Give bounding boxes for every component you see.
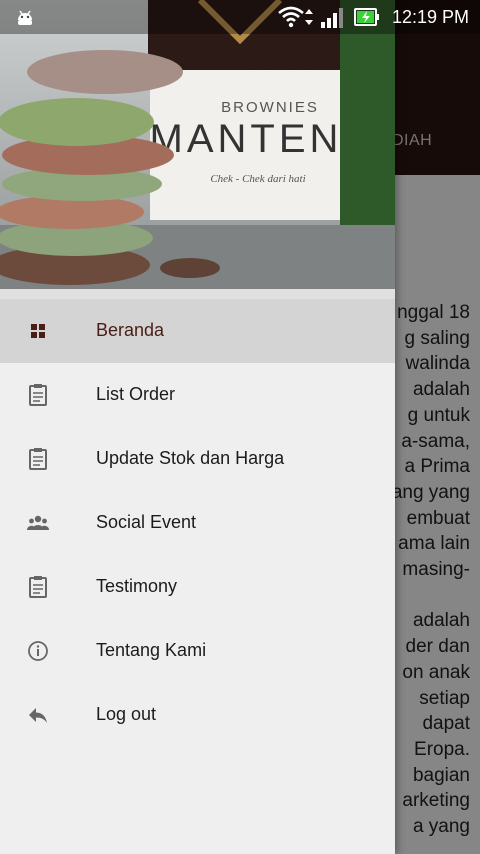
clipboard-icon [29, 576, 47, 598]
menu-item-testimony[interactable]: Testimony [0, 555, 395, 619]
brand-tagline-text: Chek - Chek dari hati [210, 173, 305, 185]
menu-item-label: List Order [96, 384, 176, 404]
status-time: 12:19 PM [391, 7, 469, 27]
group-icon [26, 515, 50, 530]
menu-item-social-event[interactable]: Social Event [0, 491, 395, 555]
battery-icon [354, 8, 379, 26]
navigation-drawer: BROWNIES MANTEN Chek - Chek dari hati Be… [0, 0, 395, 854]
drawer-header-divider [0, 289, 395, 299]
menu-item-label: Tentang Kami [96, 640, 207, 660]
dashboard-icon [31, 324, 45, 338]
android-icon [18, 10, 32, 25]
clipboard-icon [29, 448, 47, 470]
brand-line2-text: MANTEN [150, 117, 343, 161]
drawer-menu: Beranda List Order Update Stok dan Harga [0, 299, 395, 747]
menu-item-tentang-kami[interactable]: Tentang Kami [0, 619, 395, 683]
brand-line1-text: BROWNIES [221, 99, 319, 116]
wifi-icon [278, 6, 304, 28]
menu-item-label: Update Stok dan Harga [96, 448, 285, 468]
info-icon [28, 641, 48, 661]
signal-icon [321, 8, 343, 28]
menu-item-log-out[interactable]: Log out [0, 683, 395, 747]
menu-item-label: Testimony [96, 576, 178, 596]
menu-item-update-stok[interactable]: Update Stok dan Harga [0, 427, 395, 491]
data-arrows-icon [305, 9, 313, 25]
menu-item-label: Log out [96, 704, 157, 724]
clipboard-icon [29, 384, 47, 406]
menu-item-label: Social Event [96, 512, 197, 532]
drawer-header-image: BROWNIES MANTEN Chek - Chek dari hati [0, 0, 395, 289]
menu-item-label: Beranda [96, 320, 165, 340]
reply-icon [29, 708, 47, 723]
status-bar: 12:19 PM [0, 0, 480, 34]
menu-item-list-order[interactable]: List Order [0, 363, 395, 427]
menu-item-beranda[interactable]: Beranda [0, 299, 395, 363]
brownies-photo: BROWNIES MANTEN Chek - Chek dari hati [0, 0, 395, 289]
